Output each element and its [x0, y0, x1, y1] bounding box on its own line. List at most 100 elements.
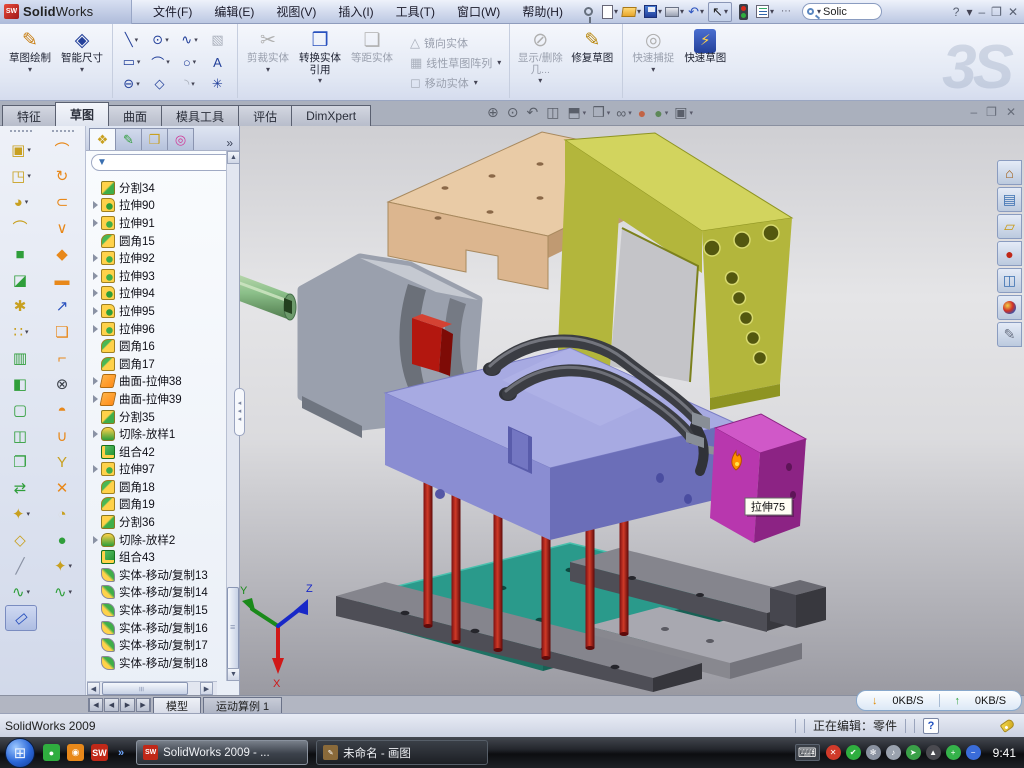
sketch-entity-button[interactable]: ▭ ▾ — [117, 51, 146, 73]
help-dropdown-icon[interactable]: ▾ — [966, 5, 972, 19]
toolbar-icon-button[interactable]: ↗ — [47, 293, 79, 319]
toolbar-icon-button[interactable]: ● — [47, 527, 79, 553]
tree-item[interactable]: 拉伸91 — [88, 214, 226, 232]
toolbar-icon-button[interactable]: ◧ — [5, 371, 37, 397]
quick-launch-icon[interactable]: ◉ — [67, 744, 84, 761]
quick-launch-icon[interactable]: ● — [43, 744, 60, 761]
tree-item[interactable]: 分割34 — [88, 179, 226, 197]
quick-launch-icon[interactable]: SW — [91, 744, 108, 761]
tree-item[interactable]: 拉伸90 — [88, 197, 226, 215]
toolbar-drag-handle[interactable] — [52, 130, 74, 134]
last-tab-button[interactable]: ▶ — [136, 698, 151, 712]
toolbar-icon-button[interactable]: ▥ — [5, 345, 37, 371]
ribbon-button[interactable]: ⊘ 显示/删除几... ▾ — [514, 27, 566, 97]
toolbar-icon-button[interactable]: ⌐ — [47, 345, 79, 371]
taskbar-window-button[interactable]: SW SolidWorks 2009 - ... — [136, 740, 308, 765]
sketch-entity-button[interactable]: ◇ — [146, 73, 175, 95]
scrollbar-thumb[interactable] — [102, 682, 188, 695]
taskbar-window-button[interactable]: ✎ 未命名 - 画图 — [316, 740, 488, 765]
toolbar-icon-button[interactable]: ╱ — [5, 553, 37, 579]
task-pane-tab[interactable]: ▤ — [997, 187, 1022, 212]
expander-arrow[interactable] — [90, 201, 101, 209]
tree-item[interactable]: 实体-移动/复制16 — [88, 619, 226, 637]
manager-tab[interactable]: ◎ — [167, 128, 194, 150]
toolbar-icon-button[interactable]: ∪ — [47, 423, 79, 449]
toolbar-icon-button[interactable]: ✦ ▾ — [5, 501, 37, 527]
prev-tab-button[interactable]: ◀ — [104, 698, 119, 712]
tray-icon[interactable]: ✻ — [866, 745, 881, 760]
next-tab-button[interactable]: ▶ — [120, 698, 135, 712]
options-button[interactable]: ▾ — [756, 2, 774, 22]
help-button[interactable]: ? — [953, 5, 960, 19]
ribbon-small-button[interactable]: ▦ 线性草图阵列 ▾ — [406, 53, 505, 72]
menu-item[interactable]: 窗口(W) — [446, 0, 511, 23]
ribbon-button[interactable]: ❒ 转换实体引用 ▾ — [294, 27, 346, 97]
expander-arrow[interactable] — [90, 272, 101, 280]
doc-minimize-button[interactable]: – — [970, 105, 977, 119]
toolbar-icon-button[interactable]: ■ — [5, 241, 37, 267]
sketch-entity-button[interactable]: ∿ ▾ — [175, 29, 204, 51]
tray-icon[interactable]: ♪ — [886, 745, 901, 760]
manager-tab[interactable]: ❖ — [89, 128, 116, 150]
tree-item[interactable]: 曲面-拉伸38 — [88, 373, 226, 391]
tree-item[interactable]: 圆角16 — [88, 337, 226, 355]
tree-item[interactable]: 组合42 — [88, 443, 226, 461]
sketch-entity-button[interactable]: A — [204, 51, 233, 73]
command-tab[interactable]: 特征 — [2, 105, 56, 126]
toolbar-icon-button[interactable]: ◪ — [5, 267, 37, 293]
restore-button[interactable]: ❐ — [991, 5, 1002, 19]
menu-item[interactable]: 工具(T) — [385, 0, 446, 23]
command-tab[interactable]: 曲面 — [108, 105, 162, 126]
toolbar-icon-button[interactable]: ◫ — [5, 423, 37, 449]
tray-icon[interactable]: ✕ — [826, 745, 841, 760]
print-button[interactable]: ▾ — [665, 2, 684, 22]
overflow-icon[interactable]: ⋯ — [777, 2, 795, 22]
task-pane-tab[interactable]: ✎ — [997, 322, 1022, 347]
tree-item[interactable]: 曲面-拉伸39 — [88, 390, 226, 408]
expander-arrow[interactable] — [90, 307, 101, 315]
select-button[interactable]: ↖▾ — [708, 2, 732, 22]
hud-icon-button[interactable]: ● — [638, 105, 648, 121]
sketch-entity-button[interactable]: ⊙ ▾ — [146, 29, 175, 51]
task-pane-tab[interactable]: ▱ — [997, 214, 1022, 239]
ribbon-button[interactable]: ◈ 智能尺寸 ▾ — [56, 27, 108, 97]
search-input[interactable] — [823, 6, 873, 18]
ribbon-button[interactable]: ✎ 修复草图 — [566, 27, 618, 97]
scrollbar-thumb[interactable] — [227, 587, 239, 675]
measure-button[interactable]: ▭ — [5, 605, 37, 631]
toolbar-icon-button[interactable]: ◕ ▾ — [5, 189, 37, 215]
panel-splitter-handle[interactable]: ◂◂◂ — [234, 388, 245, 436]
pin-icon[interactable] — [580, 2, 598, 22]
scroll-up-arrow[interactable]: ▲ — [227, 151, 240, 164]
expander-arrow[interactable] — [90, 430, 101, 438]
expander-arrow[interactable] — [90, 536, 101, 544]
search-dropdown-icon[interactable]: ▾ — [817, 7, 821, 16]
tree-item[interactable]: 圆角15 — [88, 232, 226, 250]
close-button[interactable]: ✕ — [1008, 5, 1018, 19]
manager-more-chevron[interactable]: » — [226, 136, 239, 150]
toolbar-icon-button[interactable]: Y — [47, 449, 79, 475]
menu-item[interactable]: 视图(V) — [265, 0, 327, 23]
ribbon-button[interactable]: ✎ 草图绘制 ▾ — [4, 27, 56, 97]
sketch-entity-button[interactable]: ✳ — [204, 73, 233, 95]
tree-item[interactable]: 拉伸92 — [88, 249, 226, 267]
toolbar-icon-button[interactable]: ∿ ▾ — [5, 579, 37, 605]
hud-icon-button[interactable]: ↶ — [526, 104, 540, 121]
search-box[interactable]: ▾ — [802, 3, 882, 20]
open-button[interactable]: ▾ — [622, 2, 641, 22]
scroll-down-arrow[interactable]: ▼ — [227, 668, 240, 681]
manager-tab[interactable]: ❒ — [141, 128, 168, 150]
ribbon-button[interactable]: ✂ 剪裁实体 ▾ — [242, 27, 294, 97]
hud-icon-button[interactable]: ◫ — [546, 104, 561, 121]
tree-item[interactable]: 分割35 — [88, 408, 226, 426]
hud-icon-button[interactable]: ❒ ▾ — [592, 104, 610, 121]
sketch-entity-button[interactable]: ╲ ▾ — [117, 29, 146, 51]
minimize-button[interactable]: – — [978, 5, 985, 19]
start-button[interactable]: ⊞ — [5, 738, 35, 768]
sketch-entity-button[interactable]: ⊖ ▾ — [117, 73, 146, 95]
network-speed-widget[interactable]: ↓ 0KB/S ↑ 0KB/S — [856, 690, 1022, 711]
menu-item[interactable]: 编辑(E) — [203, 0, 265, 23]
toolbar-icon-button[interactable]: ◇ — [5, 527, 37, 553]
tree-item[interactable]: 实体-移动/复制13 — [88, 566, 226, 584]
toolbar-icon-button[interactable]: ⊗ — [47, 371, 79, 397]
